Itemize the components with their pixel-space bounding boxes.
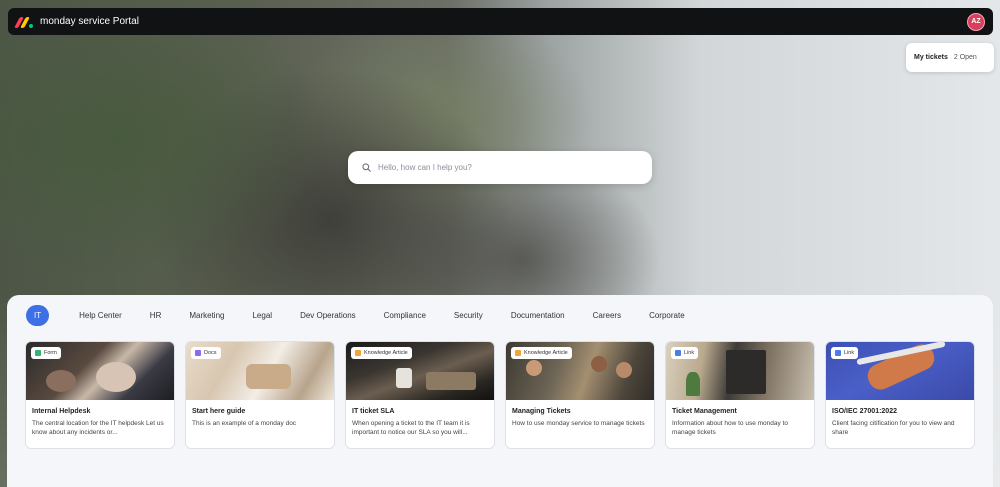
card-title: Managing Tickets: [512, 408, 571, 415]
card-ticket-management[interactable]: Link Ticket Management Information about…: [665, 341, 815, 449]
content-panel: IT Help Center HR Marketing Legal Dev Op…: [7, 295, 993, 487]
tab-corporate[interactable]: Corporate: [635, 305, 699, 326]
card-managing-tickets[interactable]: Knowledge Article Managing Tickets How t…: [505, 341, 655, 449]
open-tickets-count: 2 Open: [953, 54, 977, 61]
card-description: Information about how to use monday to m…: [672, 420, 788, 437]
card-description: Client facing citification for you to vi…: [832, 420, 955, 437]
tab-it[interactable]: IT: [26, 305, 50, 326]
tab-compliance[interactable]: Compliance: [370, 305, 440, 326]
card-description: When opening a ticket to the IT team it …: [352, 420, 470, 437]
link-icon: [675, 350, 681, 356]
link-icon: [835, 350, 841, 356]
card-thumbnail: Form: [26, 342, 174, 400]
card-thumbnail: Link: [826, 342, 974, 400]
card-type-badge: Form: [31, 347, 61, 359]
resource-cards: Form Internal Helpdesk The central locat…: [25, 341, 975, 449]
card-title: IT ticket SLA: [352, 408, 395, 415]
knowledge-article-icon: [515, 350, 521, 356]
card-description: How to use monday service to manage tick…: [512, 420, 645, 427]
card-title: Start here guide: [192, 408, 246, 415]
tab-dev-operations[interactable]: Dev Operations: [286, 305, 370, 326]
card-start-here-guide[interactable]: Docs Start here guide This is an example…: [185, 341, 335, 449]
search-input[interactable]: [378, 163, 628, 172]
app-title: monday service Portal: [40, 16, 139, 27]
card-thumbnail: Knowledge Article: [346, 342, 494, 400]
card-type-badge: Docs: [191, 347, 221, 359]
user-avatar[interactable]: AZ: [967, 12, 985, 31]
card-type-label: Form: [44, 350, 57, 356]
tab-documentation[interactable]: Documentation: [497, 305, 579, 326]
knowledge-article-icon: [355, 350, 361, 356]
card-thumbnail: Link: [666, 342, 814, 400]
tab-help-center[interactable]: Help Center: [65, 305, 136, 326]
card-description: This is an example of a monday doc: [192, 420, 297, 427]
card-type-badge: Knowledge Article: [351, 347, 412, 359]
card-type-badge: Link: [671, 347, 699, 359]
tab-security[interactable]: Security: [440, 305, 497, 326]
card-type-label: Knowledge Article: [524, 350, 568, 356]
search-icon: [362, 163, 371, 172]
tab-legal[interactable]: Legal: [238, 305, 286, 326]
card-type-badge: Link: [831, 347, 859, 359]
card-iso-iec-27001[interactable]: Link ISO/IEC 27001:2022 Client facing ci…: [825, 341, 975, 449]
card-title: ISO/IEC 27001:2022: [832, 408, 897, 415]
card-thumbnail: Docs: [186, 342, 334, 400]
card-type-badge: Knowledge Article: [511, 347, 572, 359]
my-tickets-label: My tickets: [914, 54, 948, 61]
monday-logo-icon: [14, 16, 34, 28]
tab-careers[interactable]: Careers: [579, 305, 635, 326]
card-type-label: Knowledge Article: [364, 350, 408, 356]
top-navigation-bar: monday service Portal AZ: [8, 8, 993, 35]
docs-icon: [195, 350, 201, 356]
card-internal-helpdesk[interactable]: Form Internal Helpdesk The central locat…: [25, 341, 175, 449]
card-it-ticket-sla[interactable]: Knowledge Article IT ticket SLA When ope…: [345, 341, 495, 449]
my-tickets-button[interactable]: My tickets 2 Open: [906, 43, 994, 72]
tab-hr[interactable]: HR: [136, 305, 176, 326]
card-type-label: Link: [844, 350, 855, 356]
card-type-label: Link: [684, 350, 695, 356]
category-tabs: IT Help Center HR Marketing Legal Dev Op…: [26, 305, 699, 326]
card-title: Internal Helpdesk: [32, 408, 91, 415]
portal-logo[interactable]: monday service Portal: [14, 16, 139, 28]
card-type-label: Docs: [204, 350, 217, 356]
search-bar[interactable]: [348, 151, 652, 184]
card-title: Ticket Management: [672, 408, 737, 415]
form-icon: [35, 350, 41, 356]
card-thumbnail: Knowledge Article: [506, 342, 654, 400]
tab-marketing[interactable]: Marketing: [175, 305, 238, 326]
card-description: The central location for the IT helpdesk…: [32, 420, 164, 437]
